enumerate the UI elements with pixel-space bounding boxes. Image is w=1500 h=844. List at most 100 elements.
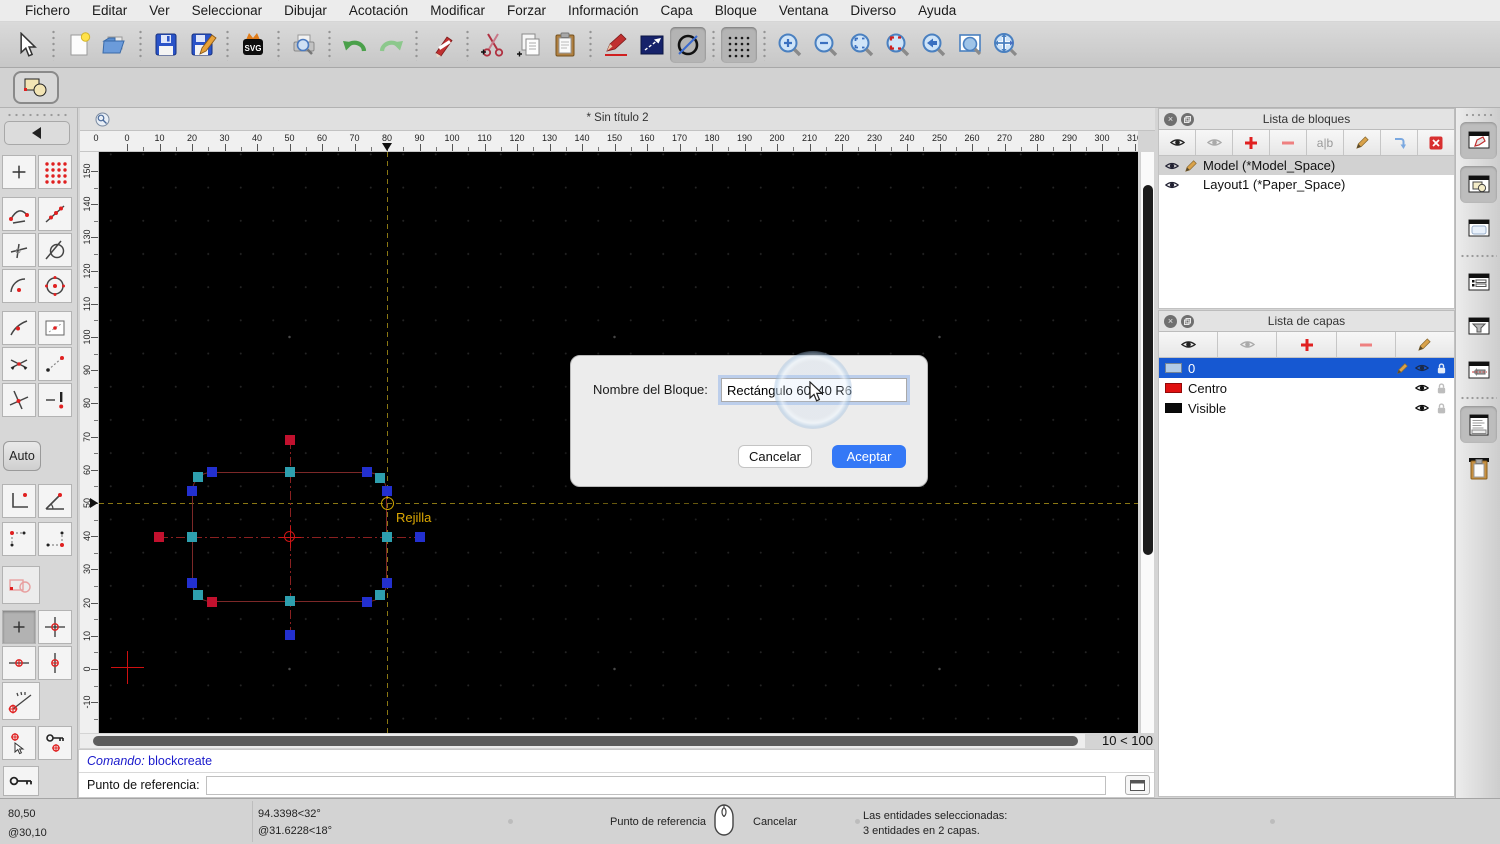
coord-polar-button[interactable] — [38, 484, 72, 518]
print-preview-button[interactable] — [286, 27, 322, 63]
set-angle-button[interactable] — [2, 682, 40, 720]
menu-item-bloque[interactable]: Bloque — [704, 0, 768, 22]
visibility-eye-icon[interactable] — [1165, 159, 1179, 173]
block-row[interactable]: Layout1 (*Paper_Space) — [1159, 175, 1454, 194]
open-file-button[interactable] — [97, 27, 133, 63]
block-row[interactable]: Model (*Model_Space) — [1159, 156, 1454, 175]
redo-button[interactable] — [373, 27, 409, 63]
lock-icon[interactable] — [1435, 402, 1448, 415]
snap-middle-button[interactable] — [2, 311, 36, 345]
snap-restrict-off-button[interactable] — [38, 383, 72, 417]
block-delete-button[interactable] — [1418, 130, 1454, 155]
menu-item-información[interactable]: Información — [557, 0, 650, 22]
horizontal-scrollbar[interactable] — [80, 734, 1085, 748]
zoom-selection-button[interactable] — [880, 27, 916, 63]
block-insert-button[interactable] — [1381, 130, 1418, 155]
zoom-pan-button[interactable] — [988, 27, 1024, 63]
command-keyboard-button[interactable] — [1125, 775, 1150, 795]
library-panel-toggle[interactable] — [1460, 210, 1497, 247]
restrict-both-button[interactable] — [38, 610, 72, 644]
block-rename-button[interactable]: a|b — [1307, 130, 1344, 155]
command-line-toggle[interactable] — [1460, 406, 1497, 443]
close-icon[interactable]: × — [1164, 113, 1177, 126]
menu-item-dibujar[interactable]: Dibujar — [273, 0, 338, 22]
menu-item-diverso[interactable]: Diverso — [839, 0, 907, 22]
snap-intersection-button[interactable] — [2, 383, 36, 417]
grid-toggle-button[interactable] — [721, 27, 757, 63]
snap-on-entity-button[interactable] — [38, 197, 72, 231]
clipboard-panel-toggle[interactable] — [1460, 450, 1497, 487]
snap-distance-manual-button[interactable] — [38, 347, 72, 381]
line-tool-button[interactable] — [634, 27, 670, 63]
layer-row[interactable]: Visible — [1159, 398, 1454, 418]
menu-item-modificar[interactable]: Modificar — [419, 0, 496, 22]
snap-tangent-button[interactable] — [38, 233, 72, 267]
block-show-all-button[interactable] — [1159, 130, 1196, 155]
command-input[interactable] — [206, 776, 1106, 795]
block-hide-all-button[interactable] — [1196, 130, 1233, 155]
menu-item-acotación[interactable]: Acotación — [338, 0, 419, 22]
layer-show-all-button[interactable] — [1159, 332, 1218, 357]
menu-item-ayuda[interactable]: Ayuda — [907, 0, 967, 22]
snap-reference-button[interactable] — [38, 311, 72, 345]
snap-auto-button[interactable]: Auto — [3, 441, 41, 471]
layer-row[interactable]: Centro — [1159, 378, 1454, 398]
undo-button[interactable] — [337, 27, 373, 63]
menu-item-ver[interactable]: Ver — [138, 0, 180, 22]
block-edit-button[interactable] — [1344, 130, 1381, 155]
accept-button[interactable]: Aceptar — [832, 445, 906, 468]
menu-item-editar[interactable]: Editar — [81, 0, 138, 22]
set-relative-zero-button[interactable] — [3, 766, 39, 796]
snap-center-button[interactable] — [38, 269, 72, 303]
visibility-eye-icon[interactable] — [1415, 401, 1429, 415]
vertical-scrollbar[interactable] — [1140, 152, 1154, 733]
lock-icon[interactable] — [1435, 362, 1448, 375]
menu-item-capa[interactable]: Capa — [650, 0, 704, 22]
coord-relative-2-button[interactable] — [38, 522, 72, 556]
lock-icon[interactable] — [1435, 382, 1448, 395]
restrict-orthogonal-button[interactable] — [2, 610, 36, 644]
snap-back-button[interactable] — [4, 121, 70, 145]
list-panel-toggle[interactable] — [1460, 264, 1497, 301]
filter-panel-toggle[interactable] — [1460, 308, 1497, 345]
layer-add-button[interactable] — [1277, 332, 1336, 357]
save-button[interactable] — [148, 27, 184, 63]
menu-item-ventana[interactable]: Ventana — [768, 0, 840, 22]
menu-item-fichero[interactable]: Fichero — [14, 0, 81, 22]
paste-button[interactable] — [547, 27, 583, 63]
close-icon[interactable]: × — [1164, 315, 1177, 328]
snap-manual-button[interactable] — [2, 726, 36, 760]
save-as-button[interactable] — [184, 27, 220, 63]
select-pointer-tool[interactable] — [10, 27, 46, 63]
float-panel-icon[interactable] — [1181, 315, 1194, 328]
visibility-eye-icon[interactable] — [1415, 381, 1429, 395]
snap-free-button[interactable] — [2, 155, 36, 189]
new-file-button[interactable] — [61, 27, 97, 63]
vertical-scrollbar-thumb[interactable] — [1143, 185, 1153, 555]
coord-relative-1-button[interactable] — [2, 522, 36, 556]
menu-item-seleccionar[interactable]: Seleccionar — [181, 0, 274, 22]
restrict-horizontal-button[interactable] — [2, 646, 36, 680]
zoom-previous-button[interactable] — [916, 27, 952, 63]
snap-endpoints-button[interactable] — [2, 197, 36, 231]
cancel-button[interactable]: Cancelar — [738, 445, 812, 468]
restrict-vertical-button[interactable] — [38, 646, 72, 680]
restrict-nothing-button[interactable] — [2, 566, 40, 604]
layer-edit-button[interactable] — [1396, 332, 1454, 357]
zoom-auto-button[interactable] — [844, 27, 880, 63]
float-panel-icon[interactable] — [1181, 113, 1194, 126]
layer-remove-button[interactable] — [1337, 332, 1396, 357]
layer-hide-all-button[interactable] — [1218, 332, 1277, 357]
pen-panel-toggle[interactable] — [1460, 122, 1497, 159]
edit-pencil-icon[interactable] — [1396, 362, 1409, 375]
zoom-window-button[interactable] — [952, 27, 988, 63]
snap-perpendicular-button[interactable] — [2, 233, 36, 267]
entity-category-button[interactable] — [13, 71, 59, 104]
draw-pencil-button[interactable] — [598, 27, 634, 63]
cut-button[interactable] — [475, 27, 511, 63]
document-titlebar[interactable]: * Sin título 2 — [80, 108, 1155, 131]
zoom-out-button[interactable] — [808, 27, 844, 63]
visibility-eye-icon[interactable] — [1415, 361, 1429, 375]
snap-grid-button[interactable] — [38, 155, 72, 189]
coord-cartesian-button[interactable] — [2, 484, 36, 518]
